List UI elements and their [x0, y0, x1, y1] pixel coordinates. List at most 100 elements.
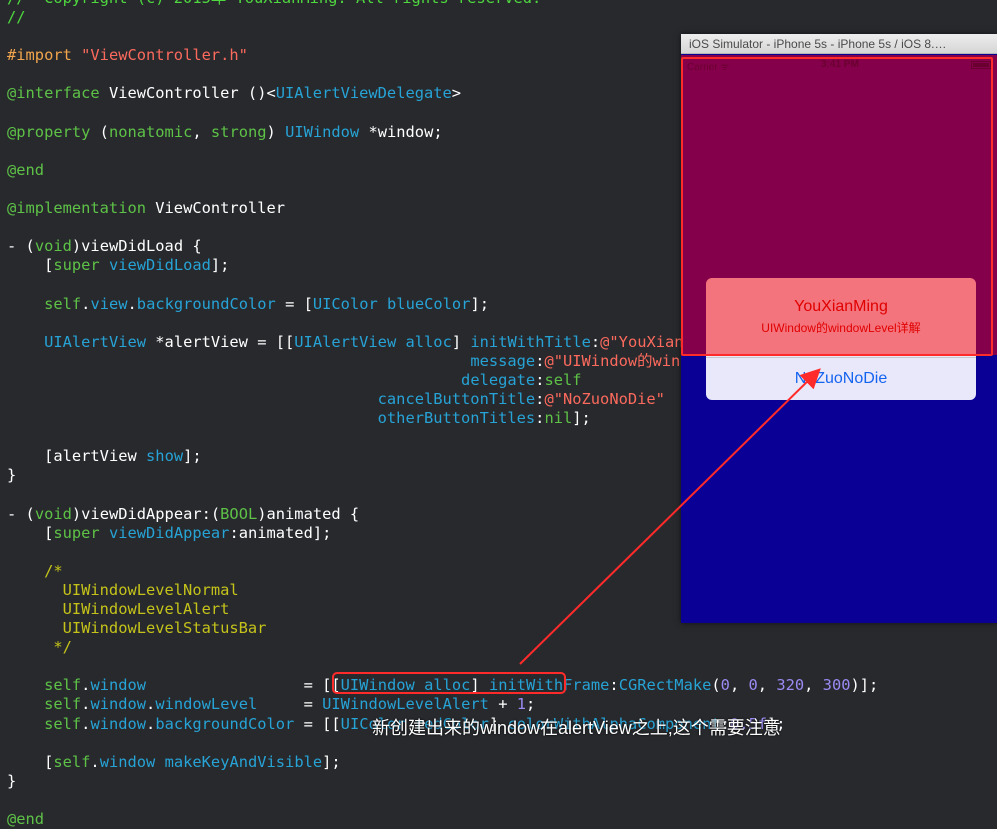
- code-line: */: [7, 638, 878, 657]
- code-line: @end: [7, 810, 878, 829]
- code-token: :: [609, 676, 619, 695]
- code-token: ];: [322, 752, 341, 771]
- alert-cancel-button[interactable]: NoZuoNoDie: [706, 358, 976, 400]
- code-token: UIWindow: [285, 122, 360, 141]
- code-token: self: [53, 752, 91, 771]
- code-token: .: [146, 714, 156, 733]
- code-token: ];: [470, 294, 489, 313]
- code-token: UIWindowLevelNormal: [7, 580, 239, 599]
- code-line: }: [7, 772, 878, 791]
- code-token: window: [99, 752, 156, 771]
- code-token: UIWindowLevelAlert: [7, 600, 230, 618]
- code-token: @interface: [7, 84, 100, 103]
- code-token: }: [7, 771, 17, 790]
- code-token: UIAlertView: [294, 332, 397, 351]
- code-token: self: [44, 714, 82, 733]
- code-token: ,: [192, 122, 211, 141]
- code-token: CGRectMake: [618, 676, 712, 695]
- code-token: initWithTitle: [470, 332, 591, 351]
- code-token: ): [266, 122, 286, 141]
- code-line: self.window.windowLevel = UIWindowLevelA…: [7, 695, 878, 714]
- code-token: void: [34, 237, 72, 256]
- code-token: - (: [7, 237, 35, 256]
- code-token: UIAlertView: [44, 332, 147, 351]
- code-token: ViewController: [146, 199, 285, 218]
- code-token: super: [53, 256, 100, 275]
- code-token: [: [7, 752, 54, 771]
- code-token: @"NoZuoNoDie": [544, 389, 665, 408]
- code-token: //: [7, 8, 26, 27]
- code-token: (: [711, 676, 721, 695]
- code-token: super: [53, 523, 100, 542]
- code-token: view: [90, 294, 128, 313]
- code-token: self: [44, 294, 82, 313]
- highlight-window-box: [681, 57, 993, 356]
- code-token: :animated];: [229, 523, 332, 542]
- code-token: */: [7, 638, 72, 657]
- code-token: UIWindowLevelAlert: [322, 695, 489, 714]
- code-token: = [[: [146, 676, 341, 695]
- code-token: UIColor: [312, 294, 378, 313]
- code-token: (: [90, 122, 109, 141]
- code-token: *alertView = [[: [146, 332, 295, 351]
- code-token: }: [7, 466, 17, 485]
- code-token: blueColor: [387, 294, 471, 313]
- code-token: /*: [7, 561, 63, 580]
- code-line: //: [7, 8, 878, 27]
- code-token: nonatomic: [108, 122, 193, 141]
- code-token: cancelButtonTitle: [377, 389, 536, 408]
- code-token: windowLevel: [155, 695, 258, 714]
- code-token: ];: [210, 256, 230, 275]
- code-token: @property: [7, 122, 91, 141]
- code-token: ViewController ()<: [99, 84, 276, 103]
- code-token: nil: [544, 409, 573, 428]
- code-token: =: [257, 695, 323, 714]
- code-token: message: [470, 351, 536, 370]
- code-token: BOOL: [220, 504, 258, 523]
- code-token: backgroundColor: [136, 294, 276, 313]
- code-token: >: [451, 84, 462, 103]
- code-token: ,: [757, 676, 777, 695]
- code-token: show: [146, 447, 184, 466]
- code-token: self: [44, 676, 82, 695]
- code-token: ,: [804, 676, 823, 695]
- highlight-code-box: [332, 672, 566, 694]
- code-token: UIAlertViewDelegate: [275, 84, 452, 103]
- code-token: 0: [748, 676, 758, 695]
- code-token: window: [90, 695, 147, 714]
- code-token: ];: [572, 409, 591, 428]
- code-token: .: [90, 752, 100, 771]
- code-token: void: [34, 504, 72, 523]
- code-token: )];: [850, 676, 879, 695]
- code-line: [self.window makeKeyAndVisible];: [7, 753, 878, 772]
- code-token: window: [90, 676, 147, 695]
- code-token: otherButtonTitles: [377, 409, 536, 428]
- code-token: :: [590, 332, 601, 351]
- code-token: ];: [183, 447, 202, 466]
- code-token: [: [7, 256, 54, 275]
- code-token: 1: [516, 695, 527, 714]
- code-token: 300: [822, 676, 851, 695]
- code-token: 320: [776, 676, 805, 695]
- code-token: - (: [7, 504, 35, 523]
- code-token: ]: [451, 332, 471, 351]
- code-token: makeKeyAndVisible: [164, 752, 323, 771]
- code-token: backgroundColor: [155, 714, 295, 733]
- code-token: *window;: [359, 122, 443, 141]
- code-token: = [[: [294, 714, 341, 733]
- simulator-title[interactable]: iOS Simulator - iPhone 5s - iPhone 5s / …: [681, 34, 997, 54]
- code-token: alertView: [53, 447, 137, 466]
- code-token: delegate: [461, 370, 536, 389]
